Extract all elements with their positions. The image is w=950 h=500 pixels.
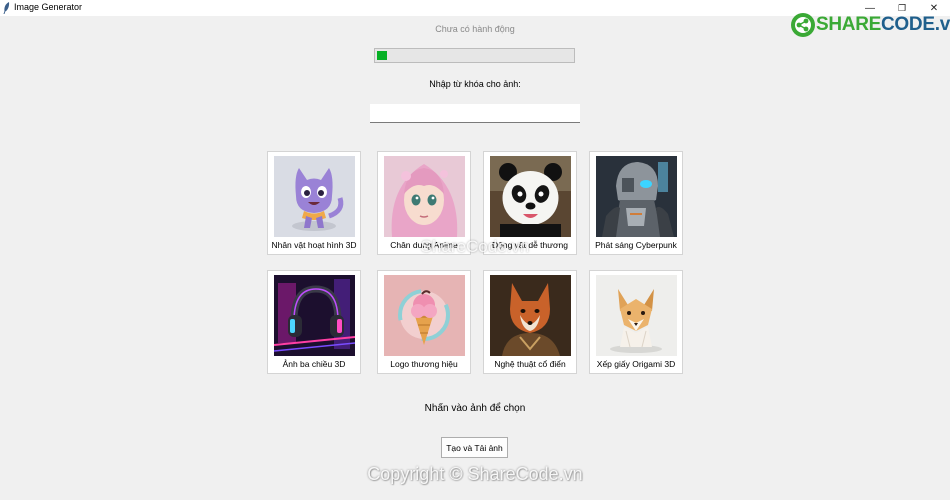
panda-icon [490,156,571,237]
style-card-hologram-3d[interactable]: Ảnh ba chiều 3D [267,270,361,374]
style-caption: Xếp giấy Origami 3D [596,359,676,369]
keyword-label: Nhập từ khóa cho ảnh: [429,79,521,89]
style-caption: Ảnh ba chiều 3D [282,359,346,369]
keyword-input[interactable] [370,104,580,123]
status-text: Chưa có hành động [435,24,515,34]
feather-icon [3,2,10,14]
copyright-text: Copyright © ShareCode.vn [367,464,583,484]
window-title: Image Generator [14,2,83,12]
watermark-text: ShareCode.vn [420,237,530,256]
ice-cream-logo-icon [384,275,465,356]
style-caption: Nghệ thuật cổ điển [494,359,566,369]
style-caption: Logo thương hiệu [390,359,458,369]
style-card-classic-art[interactable]: Nghệ thuật cổ điển [483,270,577,374]
style-card-origami-3d[interactable]: Xếp giấy Origami 3D [589,270,683,374]
headphones-icon [274,275,355,356]
cyberpunk-robot-icon [596,156,677,237]
fox-portrait-icon [490,275,571,356]
generate-download-button[interactable]: Tạo và Tải ảnh [441,437,508,458]
progress-bar [374,48,575,63]
selection-hint: Nhấn vào ảnh để chọn [424,403,526,414]
anime-portrait-icon [384,156,465,237]
progress-bar-fill [377,51,387,60]
style-card-brand-logo[interactable]: Logo thương hiệu [377,270,471,374]
origami-dog-icon [596,275,677,356]
cartoon-cat-icon [274,156,355,237]
